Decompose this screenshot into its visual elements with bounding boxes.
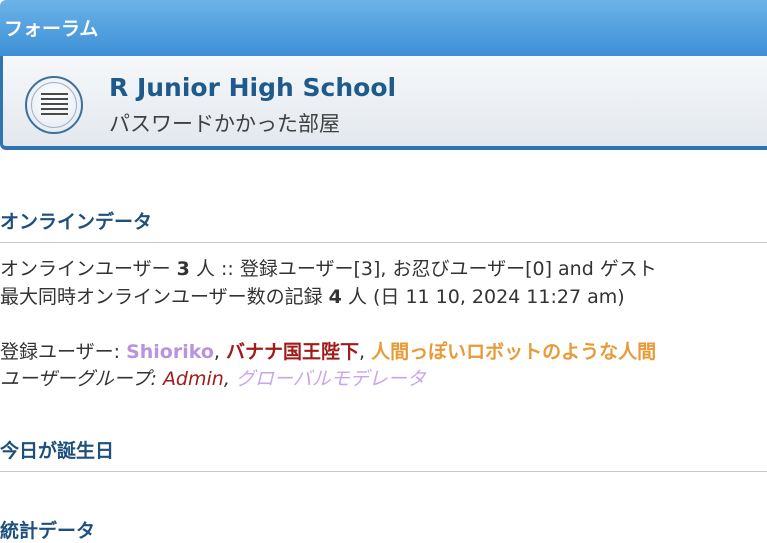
forum-description: パスワードかかった部屋	[109, 112, 340, 136]
group-link-admin[interactable]: Admin	[163, 368, 224, 390]
forum-header-title: フォーラム	[4, 18, 99, 40]
online-users-count: 3	[176, 258, 190, 280]
user-link[interactable]: バナナ国王陛下	[226, 341, 359, 363]
forum-row[interactable]: R Junior High School パスワードかかった部屋	[0, 56, 767, 150]
online-data-heading: オンラインデータ	[0, 211, 153, 233]
user-link[interactable]: Shioriko	[126, 341, 214, 363]
section-divider	[0, 242, 767, 243]
max-online-date: 人 (日 11 10, 2024 11:27 am)	[347, 286, 625, 308]
forum-title-link[interactable]: R Junior High School	[109, 73, 396, 102]
max-online-line: 最大同時オンラインユーザー数の記録 4 人 (日 11 10, 2024 11:…	[0, 282, 625, 309]
user-groups-line: ユーザーグループ: Admin, グローバルモデレータ	[0, 368, 426, 390]
online-users-label: オンラインユーザー	[0, 258, 171, 280]
stats-heading: 統計データ	[0, 520, 96, 542]
section-divider	[0, 471, 767, 472]
user-groups-label: ユーザーグループ:	[0, 368, 157, 390]
registered-users-line: 登録ユーザー: Shioriko, バナナ国王陛下, 人間っぽいロボットのような…	[0, 341, 657, 363]
registered-users-label: 登録ユーザー:	[0, 341, 121, 363]
max-online-count: 4	[328, 286, 342, 308]
group-link-global-moderator[interactable]: グローバルモデレータ	[236, 368, 426, 390]
max-online-label: 最大同時オンラインユーザー数の記録	[0, 286, 323, 308]
forum-header-bar: フォーラム	[0, 0, 767, 56]
online-users-line: オンラインユーザー 3 人 :: 登録ユーザー[3], お忍びユーザー[0] a…	[0, 254, 657, 281]
document-lines-icon	[25, 76, 83, 134]
online-users-breakdown: 人 :: 登録ユーザー[3], お忍びユーザー[0] and ゲスト	[195, 258, 657, 280]
user-link[interactable]: 人間っぽいロボットのような人間	[371, 341, 656, 363]
birthday-heading: 今日が誕生日	[0, 440, 115, 462]
